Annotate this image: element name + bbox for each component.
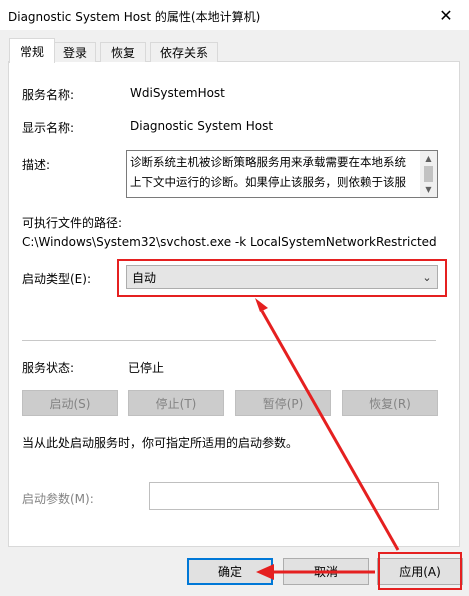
exe-path-label: 可执行文件的路径: bbox=[22, 216, 123, 230]
description-text: 诊断系统主机被诊断策略服务用来承载需要在本地系统 上下文中运行的诊断。如果停止该… bbox=[130, 152, 418, 192]
pause-button[interactable]: 暂停(P) bbox=[235, 390, 331, 416]
startup-type-label: 启动类型(E): bbox=[22, 272, 91, 286]
start-params-input[interactable] bbox=[149, 482, 439, 510]
scroll-up-icon[interactable]: ▲ bbox=[420, 151, 437, 166]
service-status-value: 已停止 bbox=[128, 361, 165, 375]
close-icon[interactable]: ✕ bbox=[423, 0, 469, 30]
window-title: Diagnostic System Host 的属性(本地计算机) bbox=[8, 10, 261, 24]
display-name-label: 显示名称: bbox=[22, 121, 75, 135]
annotation-highlight-box bbox=[117, 259, 447, 297]
stop-button[interactable]: 停止(T) bbox=[128, 390, 224, 416]
cancel-button[interactable]: 取消 bbox=[283, 558, 369, 585]
start-button[interactable]: 启动(S) bbox=[22, 390, 118, 416]
service-name-label: 服务名称: bbox=[22, 88, 75, 102]
description-line-2: 上下文中运行的诊断。如果停止该服务，则依赖于该服 bbox=[130, 175, 406, 189]
separator bbox=[22, 340, 436, 341]
service-status-label: 服务状态: bbox=[22, 361, 75, 375]
annotation-apply-box bbox=[378, 552, 462, 590]
description-label: 描述: bbox=[22, 158, 51, 172]
description-box[interactable]: 诊断系统主机被诊断策略服务用来承载需要在本地系统 上下文中运行的诊断。如果停止该… bbox=[126, 150, 438, 198]
service-name-value: WdiSystemHost bbox=[130, 86, 225, 100]
description-scrollbar[interactable]: ▲ ▼ bbox=[420, 151, 437, 197]
general-panel bbox=[8, 62, 460, 547]
ok-button[interactable]: 确定 bbox=[187, 558, 273, 585]
tab-general[interactable]: 常规 bbox=[9, 38, 55, 63]
tab-dependencies[interactable]: 依存关系 bbox=[150, 42, 218, 62]
scroll-down-icon[interactable]: ▼ bbox=[420, 182, 437, 197]
start-params-label: 启动参数(M): bbox=[22, 492, 94, 506]
exe-path-value: C:\Windows\System32\svchost.exe -k Local… bbox=[22, 235, 437, 249]
tab-recovery[interactable]: 恢复 bbox=[100, 42, 146, 62]
start-params-hint: 当从此处启动服务时，你可指定所适用的启动参数。 bbox=[22, 436, 299, 450]
tab-logon[interactable]: 登录 bbox=[54, 42, 96, 62]
description-line-1: 诊断系统主机被诊断策略服务用来承载需要在本地系统 bbox=[130, 155, 406, 169]
scroll-thumb[interactable] bbox=[424, 166, 433, 182]
display-name-value: Diagnostic System Host bbox=[130, 119, 274, 133]
resume-button[interactable]: 恢复(R) bbox=[342, 390, 438, 416]
title-bar: Diagnostic System Host 的属性(本地计算机) ✕ bbox=[0, 0, 469, 30]
